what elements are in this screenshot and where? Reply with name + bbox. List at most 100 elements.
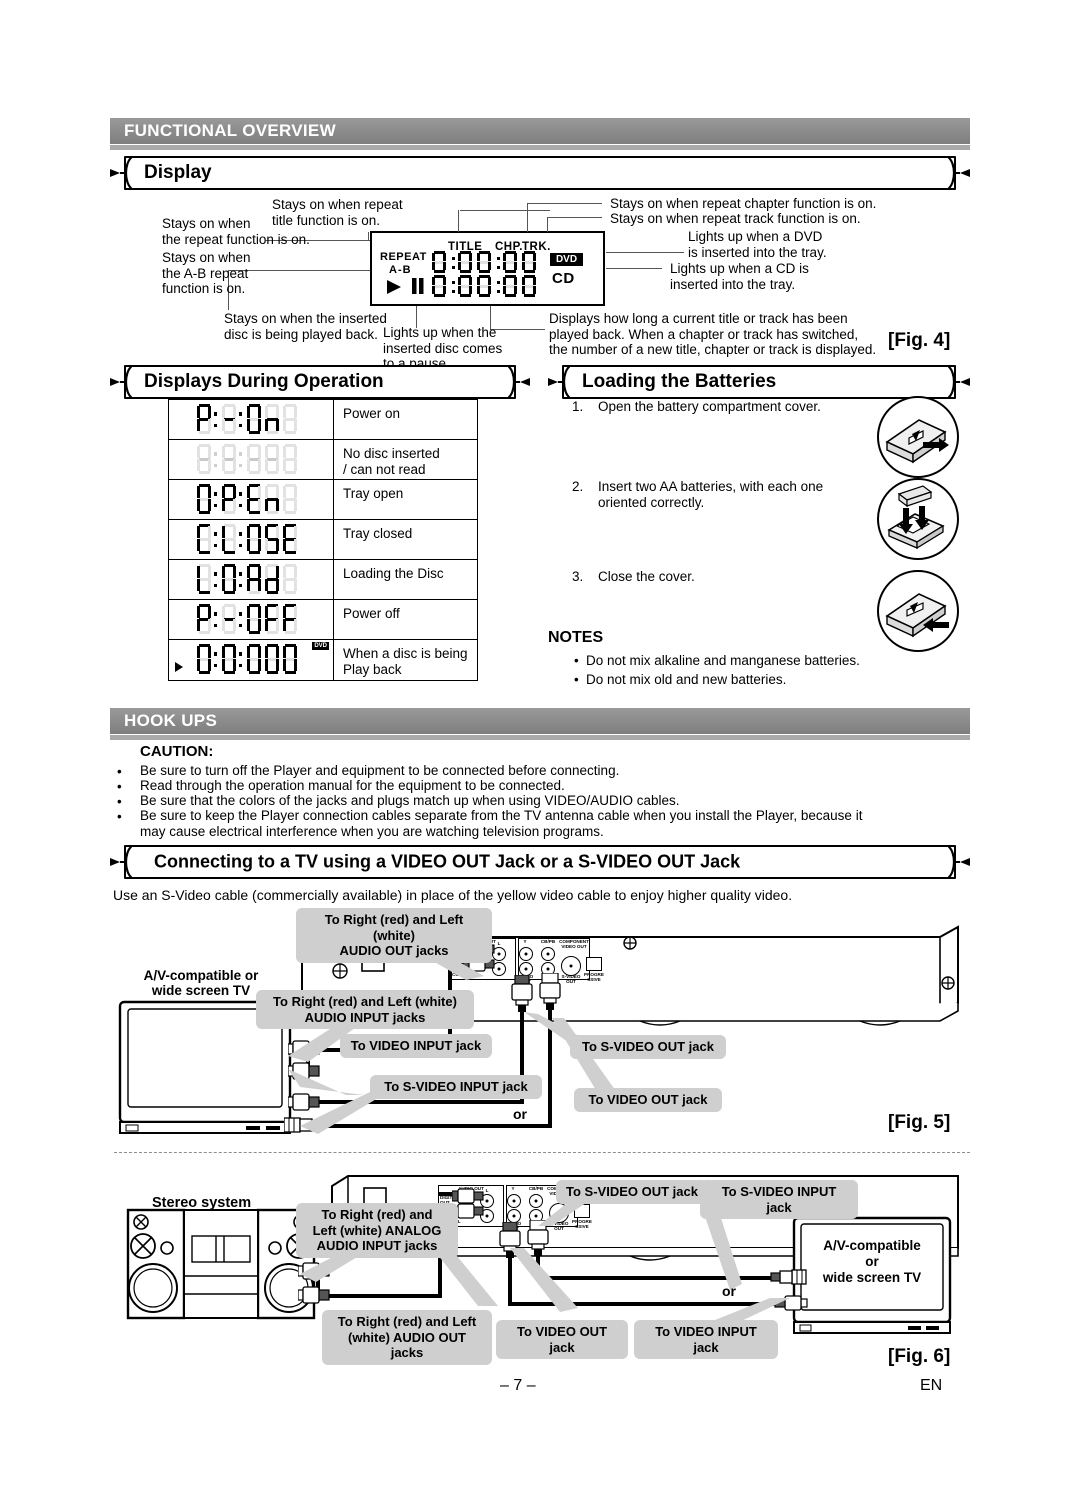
figure-divider <box>114 1152 970 1153</box>
y-jack-fig6 <box>507 1194 521 1208</box>
play-icon <box>175 662 183 672</box>
subheading-display: Display <box>110 156 970 190</box>
display-state-label: Loading the Disc <box>343 566 444 581</box>
caution-heading: CAUTION: <box>140 743 214 760</box>
display-state-label: No disc inserted / can not read <box>343 446 440 477</box>
svideo-plug-vertical-fig5 <box>539 973 561 1010</box>
progressive-scan-switch <box>586 957 602 971</box>
ribbon-tail-right-icon <box>948 156 970 190</box>
battery-illustration-close-cover <box>877 570 959 652</box>
ribbon-tail-left-icon <box>110 365 132 399</box>
display-state-label: When a disc is being Play back <box>343 646 468 677</box>
play-icon <box>387 280 401 294</box>
progressive-label: PROGRE SSIVE <box>584 972 604 983</box>
caution-text-1: Be sure to turn off the Player and equip… <box>140 763 620 778</box>
table-row: No disc inserted / can not read <box>169 440 477 480</box>
caution-text-4: Be sure to keep the Player connection ca… <box>140 808 863 839</box>
note-text-2: Do not mix old and new batteries. <box>586 672 787 687</box>
callout-video-input-fig6: To VIDEO INPUT jack <box>634 1320 778 1359</box>
caution-text-2: Read through the operation manual for th… <box>140 778 565 793</box>
fig5-label: [Fig. 5] <box>888 1112 951 1133</box>
audio-plug-l-fig6 <box>452 1188 484 1204</box>
battery-step-1-number: 1. <box>572 399 584 414</box>
annotation-elapsed-time: Displays how long a current title or tra… <box>549 311 877 357</box>
section-header-functional-overview: FUNCTIONAL OVERVIEW <box>110 118 970 144</box>
page-number: – 7 – <box>500 1377 536 1394</box>
leader-line <box>368 232 370 241</box>
display-segment-cell <box>169 440 334 479</box>
display-segment-cell: DVD <box>169 640 334 680</box>
callout-video-out-fig6: To VIDEO OUT jack <box>496 1320 628 1359</box>
callout-svideo-input-fig5: To S-VIDEO INPUT jack <box>370 1075 542 1099</box>
y-jack <box>519 947 533 961</box>
callout-pointer <box>510 1248 578 1312</box>
cbpb-jack <box>541 947 555 961</box>
subheading-label: Displays During Operation <box>144 371 384 392</box>
caution-bullet-3: • <box>117 794 122 809</box>
battery-step-1-text: Open the battery compartment cover. <box>598 399 821 414</box>
subheading-connecting-tv: Connecting to a TV using a VIDEO OUT Jac… <box>110 845 970 879</box>
callout-video-input-fig5: To VIDEO INPUT jack <box>340 1034 492 1058</box>
callout-svideo-input-fig6: To S-VIDEO INPUT jack <box>700 1180 858 1219</box>
leader-line <box>458 210 460 232</box>
connecting-intro-text: Use an S-Video cable (commercially avail… <box>113 887 793 903</box>
cbpb-label: CB/PB <box>540 939 556 944</box>
callout-audio-input-fig5: To Right (red) and Left (white) AUDIO IN… <box>256 990 474 1029</box>
subheading-loading-batteries: Loading the Batteries <box>548 365 970 399</box>
callout-audio-out-fig6: To Right (red) and Left (white) AUDIO OU… <box>322 1310 492 1365</box>
callout-svideo-out-fig6: To S-VIDEO OUT jack <box>556 1180 708 1204</box>
caution-bullet-2: • <box>117 779 122 794</box>
display-segment-cell <box>169 520 334 559</box>
leader-line <box>290 270 370 272</box>
tv-label-fig5: A/V-compatible or wide screen TV <box>143 968 259 998</box>
annotation-ab-repeat: Stays on when the A-B repeat function is… <box>162 250 251 296</box>
audio-cable-fig6 <box>316 1294 442 1298</box>
table-row: Tray open <box>169 480 477 520</box>
battery-step-2-text: Insert two AA batteries, with each one o… <box>598 479 824 510</box>
vfd-repeat-label: REPEAT <box>380 251 427 263</box>
ribbon-tail-right-icon <box>508 365 530 399</box>
ribbon-tail-right-icon <box>948 365 970 399</box>
vfd-ab-label: A-B <box>389 264 412 276</box>
table-row: DVD When a disc is being Play back <box>169 640 477 680</box>
battery-illustration-insert-batteries <box>877 478 959 560</box>
caution-bullet-4: • <box>117 809 122 824</box>
svideo-plug-tv-fig6 <box>770 1269 807 1285</box>
y-label: Y <box>523 939 527 944</box>
subheading-label: Display <box>144 162 212 183</box>
section-header-hook-ups: HOOK UPS <box>110 708 970 734</box>
caution-text-3: Be sure that the colors of the jacks and… <box>140 793 680 808</box>
table-row: Power on <box>169 400 477 440</box>
s-video-out-text: S-VIDEO OUT <box>561 974 581 985</box>
battery-step-2-number: 2. <box>572 479 584 494</box>
callout-video-out-fig5: To VIDEO OUT jack <box>574 1088 722 1112</box>
manual-page: FUNCTIONAL OVERVIEW Display REPEAT A-B T… <box>0 0 1080 1487</box>
caution-bullet-1: • <box>117 764 122 779</box>
leader-line <box>527 203 602 205</box>
notes-heading: NOTES <box>548 629 604 646</box>
callout-pointer <box>434 1250 498 1306</box>
battery-step-3-number: 3. <box>572 569 584 584</box>
subheading-label: Loading the Batteries <box>582 371 777 392</box>
ribbon-tail-left-icon <box>110 156 132 190</box>
display-states-table: Power on No disc inserted / can not read T… <box>168 399 478 681</box>
leader-line <box>606 268 662 270</box>
callout-svideo-out-fig5: To S-VIDEO OUT jack <box>570 1035 726 1059</box>
dvd-indicator: DVD <box>312 642 329 650</box>
leader-line <box>460 210 550 212</box>
ribbon-tail-left-icon <box>548 365 570 399</box>
subheading-label: Connecting to a TV using a VIDEO OUT Jac… <box>154 851 741 872</box>
battery-step-3-text: Close the cover. <box>598 569 695 584</box>
stereo-label-fig6: Stereo system <box>152 1195 252 1211</box>
note-bullet-2: • <box>574 672 579 687</box>
or-label-fig6: or <box>722 1283 736 1299</box>
display-state-label: Tray open <box>343 486 404 501</box>
annotation-repeat-track: Stays on when repeat track function is o… <box>610 211 861 226</box>
note-text-1: Do not mix alkaline and manganese batter… <box>586 653 860 668</box>
fig6-label: [Fig. 6] <box>888 1346 951 1367</box>
leader-line <box>527 203 529 232</box>
pause-icon <box>412 278 424 294</box>
annotation-repeat-chapter: Stays on when repeat chapter function is… <box>610 196 877 211</box>
section-title: FUNCTIONAL OVERVIEW <box>124 121 336 140</box>
display-state-label: Power on <box>343 406 401 421</box>
